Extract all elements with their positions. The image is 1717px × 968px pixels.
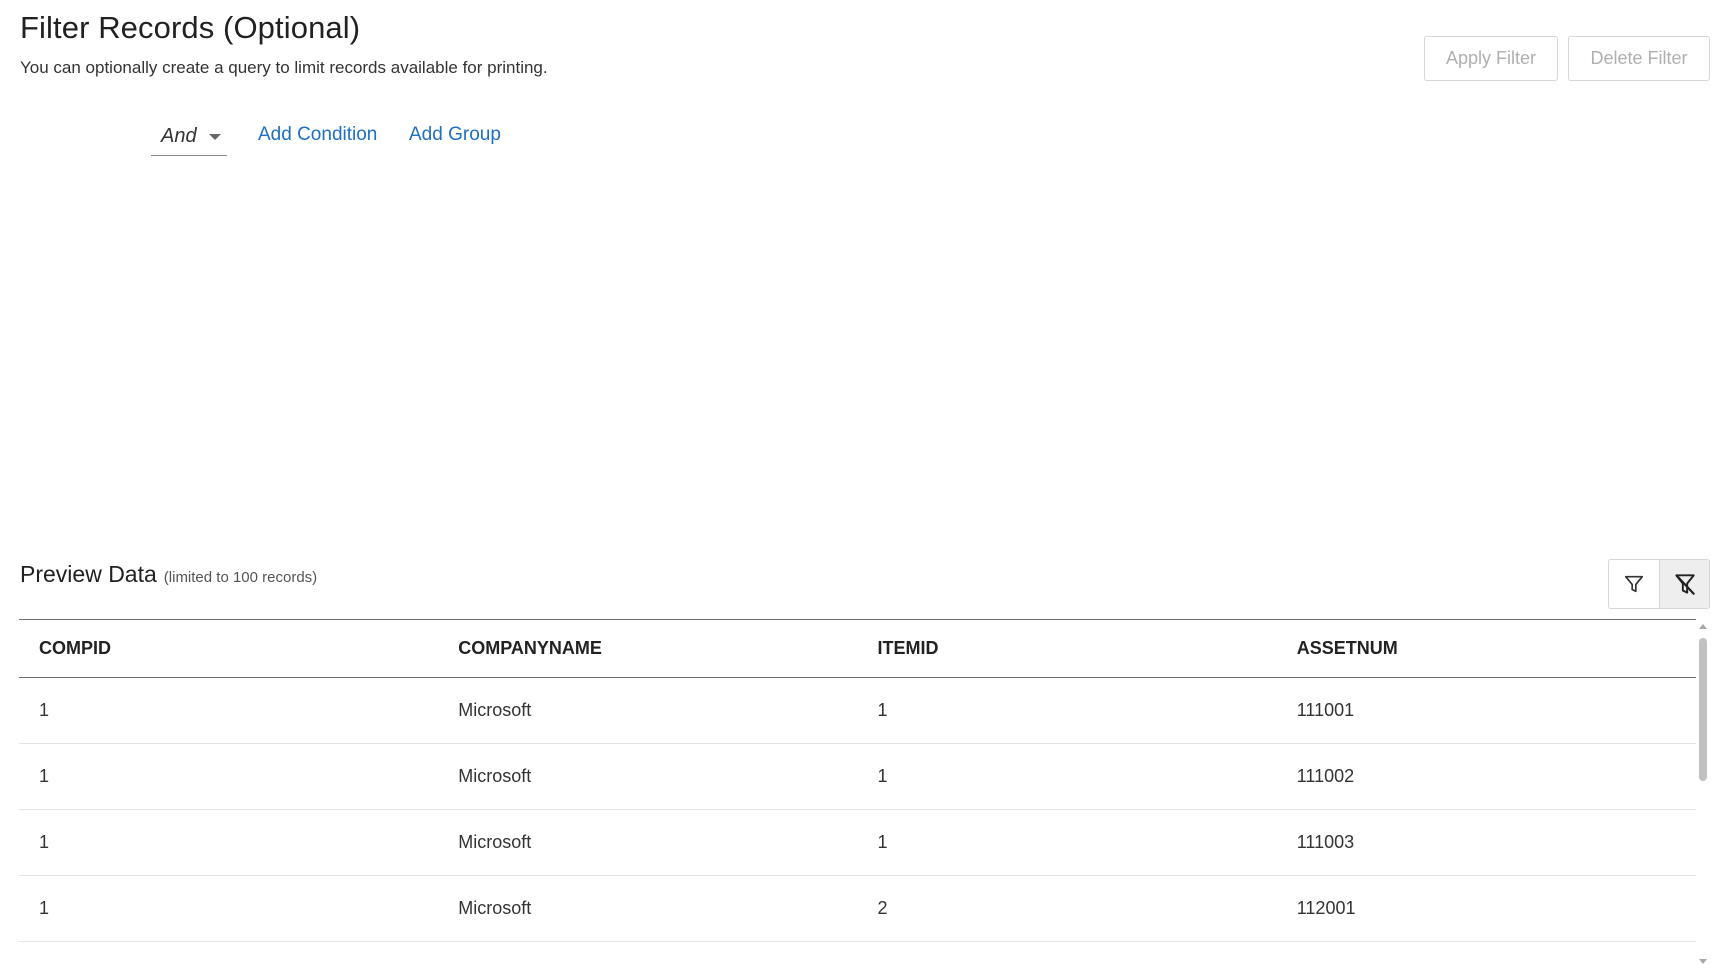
table-cell: Microsoft	[438, 677, 858, 744]
table-cell: 112001	[1276, 875, 1696, 942]
preview-filter-toolbar	[1608, 559, 1710, 609]
clear-filter-button[interactable]	[1659, 560, 1709, 608]
delete-filter-button[interactable]: Delete Filter	[1568, 36, 1710, 81]
column-header-compid[interactable]: COMPID	[19, 620, 439, 678]
column-header-assetnum[interactable]: ASSETNUM	[1276, 620, 1696, 678]
table-cell: Microsoft	[438, 809, 858, 876]
table-cell: 111003	[1276, 809, 1696, 876]
scroll-up-arrow-icon[interactable]	[1699, 624, 1707, 629]
table-cell: 1	[19, 677, 439, 744]
logic-operator-select[interactable]: And	[151, 118, 227, 156]
preview-table-container[interactable]: COMPID COMPANYNAME ITEMID ASSETNUM 1 Mic…	[19, 619, 1696, 968]
table-cell: Microsoft	[438, 875, 858, 942]
table-cell: 1	[857, 677, 1277, 744]
logic-operator-value: And	[161, 125, 197, 147]
preview-table: COMPID COMPANYNAME ITEMID ASSETNUM 1 Mic…	[19, 620, 1696, 942]
table-row[interactable]: 1 Microsoft 2 112001	[19, 875, 1696, 942]
add-group-button[interactable]: Add Group	[409, 124, 501, 146]
table-row[interactable]: 1 Microsoft 1 111002	[19, 743, 1696, 810]
table-cell: 1	[857, 809, 1277, 876]
table-cell: 111001	[1276, 677, 1696, 744]
clear-filter-icon	[1674, 574, 1695, 595]
add-condition-button[interactable]: Add Condition	[258, 124, 377, 146]
scroll-down-arrow-icon[interactable]	[1699, 959, 1707, 964]
page-subtitle: You can optionally create a query to lim…	[20, 58, 548, 77]
table-cell: 1	[19, 875, 439, 942]
table-row[interactable]: 1 Microsoft 1 111003	[19, 809, 1696, 876]
table-header-row: COMPID COMPANYNAME ITEMID ASSETNUM	[19, 620, 1696, 678]
table-cell: 2	[857, 875, 1277, 942]
table-cell: 1	[857, 743, 1277, 810]
filter-icon	[1624, 575, 1644, 593]
table-cell: 1	[19, 743, 439, 810]
scrollbar-thumb[interactable]	[1699, 638, 1707, 781]
filter-records-page: Filter Records (Optional) You can option…	[0, 0, 1717, 968]
preview-heading: Preview Data (limited to 100 records)	[20, 561, 317, 588]
apply-filter-button[interactable]: Apply Filter	[1424, 36, 1558, 81]
page-title: Filter Records (Optional)	[20, 10, 361, 45]
filter-button[interactable]	[1609, 560, 1659, 608]
table-scrollbar[interactable]	[1696, 619, 1710, 968]
column-header-companyname[interactable]: COMPANYNAME	[438, 620, 858, 678]
preview-note: (limited to 100 records)	[163, 569, 318, 586]
table-row[interactable]: 1 Microsoft 1 111001	[19, 677, 1696, 744]
table-cell: Microsoft	[438, 743, 858, 810]
preview-title: Preview Data	[20, 561, 157, 587]
chevron-down-icon	[208, 133, 221, 140]
table-cell: 111002	[1276, 743, 1696, 810]
table-cell: 1	[19, 809, 439, 876]
column-header-itemid[interactable]: ITEMID	[857, 620, 1277, 678]
